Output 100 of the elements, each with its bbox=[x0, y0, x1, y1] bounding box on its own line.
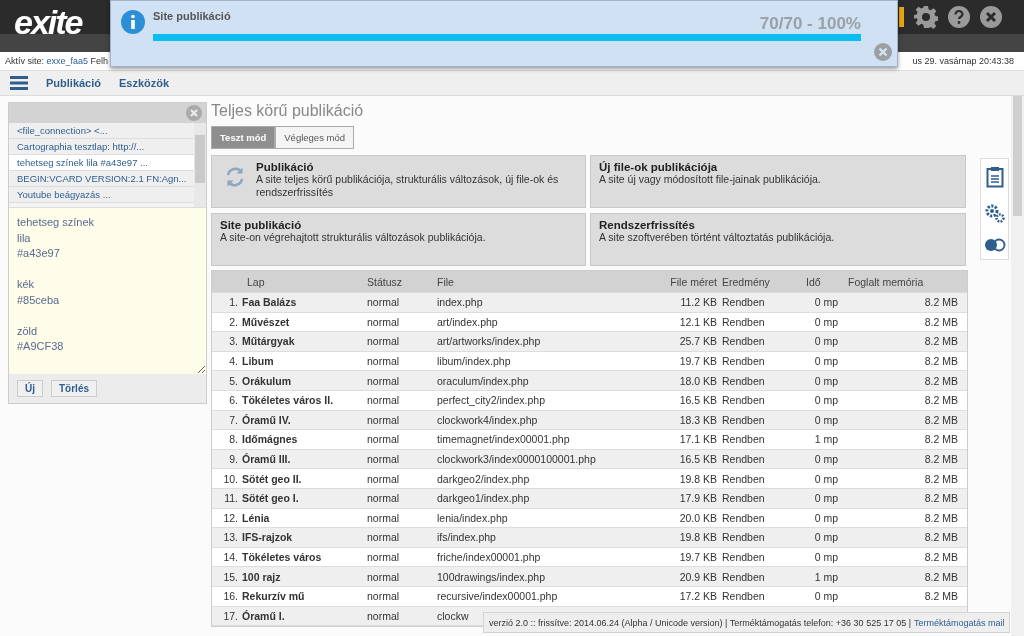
table-cell-text: 25.7 KB bbox=[678, 335, 717, 348]
table-cell-text: normal bbox=[367, 551, 401, 563]
mode-tab[interactable]: Végleges mód bbox=[275, 126, 354, 149]
close-icon[interactable] bbox=[980, 6, 1002, 28]
table-cell-text: Rendben bbox=[721, 570, 766, 583]
date-time: us 29. vasárnap 20:43:38 bbox=[912, 56, 1014, 66]
table-cell-text: 0 mp bbox=[813, 453, 838, 466]
info-icon bbox=[121, 10, 145, 34]
snippet-button[interactable]: Új bbox=[17, 380, 43, 397]
clipboard-icon[interactable] bbox=[985, 166, 1004, 189]
table-cell-text: Lénia bbox=[242, 511, 271, 524]
table-cell-text: 1 mp bbox=[813, 433, 838, 446]
table-cell-text: 0 mp bbox=[813, 394, 838, 407]
action-card[interactable]: Rendszerfrissítés A site szoftverében történt változtatás publikációja. bbox=[590, 213, 966, 266]
table-cell-text: 8.2 MB bbox=[923, 492, 958, 505]
snippet-text-field[interactable]: tehetseg színek lila #a43e97 kék #85ceba zöld #A9CF38 bbox=[9, 207, 206, 374]
table-cell-text: 18.0 KB bbox=[678, 374, 717, 387]
column-header[interactable]: Státusz bbox=[367, 275, 437, 288]
scrollbar[interactable] bbox=[194, 123, 206, 207]
page-title: Teljes körű publikáció bbox=[211, 102, 365, 120]
table-cell-text: ifs/index.php bbox=[437, 531, 497, 544]
snippet-item[interactable]: <file_connection> <... bbox=[9, 123, 194, 139]
menu-item[interactable]: Publikáció bbox=[46, 77, 102, 89]
table-cell-text: oraculum/index.php bbox=[437, 374, 530, 387]
help-icon[interactable] bbox=[948, 6, 970, 28]
table-cell-text: normal bbox=[367, 355, 401, 368]
toggle-icon[interactable] bbox=[983, 237, 1006, 252]
column-header[interactable]: Lap bbox=[242, 275, 367, 288]
table-cell-text: Rendben bbox=[721, 413, 766, 426]
table-cell-text: normal bbox=[367, 335, 401, 348]
table-cell-text: 8.2 MB bbox=[923, 472, 958, 485]
snippet-item[interactable]: Youtube beágyazás ... bbox=[9, 187, 194, 203]
table-cell-text: 8.2 MB bbox=[923, 374, 958, 387]
table-cell-text: 17.2 KB bbox=[678, 590, 717, 603]
table-cell-text: Libum bbox=[242, 355, 275, 368]
table-cell-text: 12.1 KB bbox=[678, 315, 717, 328]
table-cell-text: 0 mp bbox=[813, 296, 838, 309]
row-number: 1. bbox=[228, 296, 239, 309]
settings-icon[interactable] bbox=[914, 5, 938, 29]
logo: exite bbox=[13, 2, 82, 43]
active-site-text: Aktív site: exxe_faa5 Felh bbox=[5, 56, 109, 66]
table-cell-text: Rendben bbox=[721, 315, 766, 328]
card-description: A site teljes körű publikációja, strukturális változások, új file-ok és rendszerfrissítés bbox=[256, 173, 560, 199]
menu-item[interactable]: Eszközök bbox=[119, 77, 170, 89]
table-cell-text: normal bbox=[367, 511, 401, 524]
table-cell-text: Faa Balázs bbox=[242, 296, 298, 309]
column-header[interactable]: Eredmény bbox=[717, 275, 802, 288]
table-cell-text: Rendben bbox=[721, 433, 766, 446]
row-number: 3. bbox=[228, 335, 239, 348]
row-number: 2. bbox=[228, 315, 239, 328]
column-header[interactable]: Foglalt memória bbox=[838, 275, 958, 288]
table-cell-text: Rendben bbox=[721, 453, 766, 466]
snippet-item[interactable]: BEGIN:VCARD VERSION:2.1 FN:Agn... bbox=[9, 171, 194, 187]
table-cell-text: clockwork3/index0000100001.php bbox=[437, 453, 597, 466]
table-cell-text: clockw bbox=[437, 609, 470, 622]
table-cell-text: 16.5 KB bbox=[678, 394, 717, 407]
row-number: 4. bbox=[228, 355, 239, 368]
table-cell-text: Rendben bbox=[721, 492, 766, 505]
table-cell-text: Rendben bbox=[721, 296, 766, 309]
table-cell-text: 100drawings/index.php bbox=[437, 570, 546, 583]
card-description: A site-on végrehajtott strukturális változások publikációja. bbox=[220, 231, 486, 244]
table-cell-text: normal bbox=[367, 609, 401, 622]
gears-icon[interactable] bbox=[983, 203, 1006, 223]
table-cell-text: 0 mp bbox=[813, 492, 838, 505]
snippet-item[interactable]: tehetseg színek lila #a43e97 ... bbox=[9, 155, 194, 171]
action-card[interactable]: Site publikáció A site-on végrehajtott strukturális változások publikációja. bbox=[211, 213, 586, 266]
card-title: Site publikáció bbox=[220, 219, 303, 231]
column-header[interactable]: File bbox=[437, 275, 637, 288]
table-cell-text: 16.5 KB bbox=[678, 453, 717, 466]
table-cell-text: darkgeo1/index.php bbox=[437, 492, 531, 505]
footer-text: verzió 2.0 :: frissítve: 2014.06.24 (Alpha / Unicode version) | Terméktámogatás telefon: +36 30 525 17 05 | bbox=[489, 617, 911, 628]
table-cell-text: Tökéletes város bbox=[242, 551, 323, 563]
table-cell-text: normal bbox=[367, 453, 401, 466]
table-cell-text: normal bbox=[367, 492, 401, 505]
action-card[interactable]: Új file-ok publikációja A site új vagy módosított file-jainak publikációja. bbox=[590, 155, 966, 208]
row-number: 17. bbox=[222, 609, 239, 622]
table-cell-text: normal bbox=[367, 472, 401, 485]
table-cell-text: libum/index.php bbox=[437, 355, 512, 368]
table-cell-text: 0 mp bbox=[813, 413, 838, 426]
table-cell-text: 8.2 MB bbox=[923, 413, 958, 426]
table-cell-text: Tökéletes város II. bbox=[242, 394, 335, 407]
table-cell-text: perfect_city2/index.php bbox=[437, 394, 546, 407]
row-number: 15. bbox=[222, 570, 239, 583]
table-cell-text: 17.9 KB bbox=[678, 492, 717, 505]
column-header[interactable]: File méret bbox=[637, 275, 717, 288]
progress-text: 70/70 - 100% bbox=[759, 14, 861, 34]
table-cell-text: Időmágnes bbox=[242, 433, 299, 446]
card-description: A site új vagy módosított file-jainak publikációja. bbox=[599, 173, 821, 186]
column-header[interactable]: Idő bbox=[802, 275, 838, 288]
table-cell-text: 8.2 MB bbox=[923, 433, 958, 446]
action-card[interactable]: Publikáció A site teljes körű publikációja, strukturális változások, új file-ok és rendszerfrissítés bbox=[211, 155, 586, 208]
table-cell-text: 8.2 MB bbox=[923, 453, 958, 466]
table-cell-text: 8.2 MB bbox=[923, 531, 958, 544]
table-cell-text: Rekurzív mű bbox=[242, 590, 306, 603]
snippet-item[interactable]: Cartographia tesztlap: http://... bbox=[9, 139, 194, 155]
menu-icon[interactable] bbox=[10, 76, 28, 90]
table-cell-text: 20.9 KB bbox=[678, 570, 717, 583]
support-mail-link[interactable]: Terméktámogatás mail bbox=[914, 617, 1005, 628]
table-cell-text: art/artworks/index.php bbox=[437, 335, 542, 348]
snippet-button[interactable]: Törlés bbox=[51, 380, 97, 397]
